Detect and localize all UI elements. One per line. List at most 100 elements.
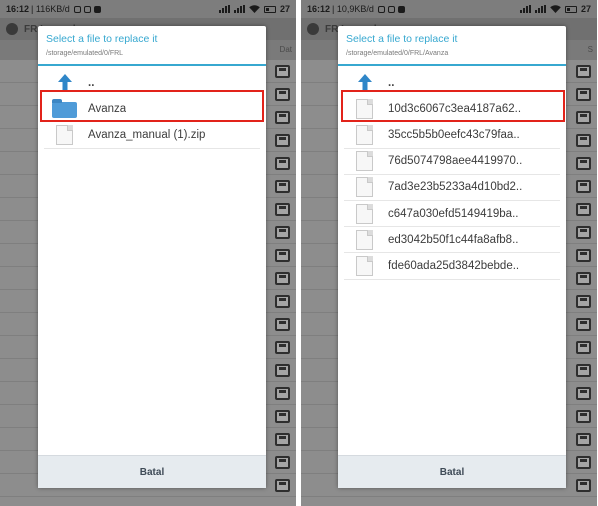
save-icon [275, 88, 290, 101]
signal-icon [534, 5, 546, 13]
dialog-title: Select a file to replace it [346, 33, 458, 45]
list-item-folder[interactable]: Avanza [44, 96, 260, 123]
list-item-file[interactable]: c647a030efd5149419ba.. [344, 201, 560, 228]
save-icon [576, 433, 591, 446]
save-icon [275, 65, 290, 78]
save-icon [576, 456, 591, 469]
dialog-footer: Batal [38, 455, 266, 488]
file-icon [356, 255, 373, 276]
list-item-label: 10d3c6067c3ea4187a62.. [388, 102, 522, 115]
save-icon [576, 272, 591, 285]
dialog-footer: Batal [338, 455, 566, 488]
save-icon [576, 249, 591, 262]
list-item-file[interactable]: Avanza_manual (1).zip [44, 122, 260, 149]
file-list: .. Avanza Avanza_manual (1).zip [38, 70, 266, 149]
status-network-speed: | 116KB/d [31, 4, 70, 14]
cancel-button[interactable]: Batal [134, 466, 170, 479]
dialog-title: Select a file to replace it [46, 33, 158, 45]
save-icon [576, 318, 591, 331]
save-icon [275, 364, 290, 377]
save-icon [275, 479, 290, 492]
list-item-label: Avanza [88, 102, 127, 115]
list-item-label: 76d5074798aee4419970.. [388, 155, 523, 168]
app-logo-icon [6, 23, 18, 35]
right-screenshot: 16:12 | 10,9KB/d 27 FR Legends S [301, 0, 597, 506]
list-item-label: Avanza_manual (1).zip [88, 128, 206, 141]
list-item-file[interactable]: fde60ada25d3842bebde.. [344, 253, 560, 280]
wifi-icon [249, 5, 260, 13]
save-icon [576, 364, 591, 377]
parent-directory-row[interactable]: .. [344, 70, 560, 96]
save-icon [275, 318, 290, 331]
save-icon [275, 456, 290, 469]
battery-level: 27 [580, 4, 591, 14]
file-picker-dialog: Select a file to replace it /storage/emu… [338, 26, 566, 488]
notification-icon [397, 5, 405, 13]
signal-icon [233, 5, 245, 13]
left-screenshot: 16:12 | 116KB/d 27 FR Legends Dat [0, 0, 296, 506]
save-icon [275, 295, 290, 308]
list-item-label: fde60ada25d3842bebde.. [388, 259, 520, 272]
app-subpath: Dat [279, 45, 292, 54]
parent-directory-label: .. [88, 77, 95, 90]
list-item-file[interactable]: 35cc5b5b0eefc43c79faa.. [344, 122, 560, 149]
list-item-file[interactable]: 10d3c6067c3ea4187a62.. [344, 96, 560, 123]
file-icon [356, 177, 373, 198]
status-time: 16:12 [6, 4, 30, 14]
list-item-file[interactable]: 76d5074798aee4419970.. [344, 149, 560, 175]
parent-directory-label: .. [388, 77, 395, 90]
moon-icon [73, 5, 81, 13]
list-item-label: 7ad3e23b5233a4d10bd2.. [388, 181, 523, 194]
status-time: 16:12 [307, 4, 331, 14]
file-icon [356, 229, 373, 250]
file-icon [56, 124, 73, 145]
file-icon [356, 151, 373, 172]
parent-directory-row[interactable]: .. [44, 70, 260, 96]
list-item-label: 35cc5b5b0eefc43c79faa.. [388, 128, 520, 141]
save-icon [576, 134, 591, 147]
save-icon [576, 387, 591, 400]
notification-icon [93, 5, 101, 13]
save-icon [275, 272, 290, 285]
save-icon [576, 180, 591, 193]
save-icon [275, 341, 290, 354]
file-list: .. 10d3c6067c3ea4187a62.. 35cc5b5b0eefc4… [338, 70, 566, 280]
save-icon [576, 203, 591, 216]
cancel-button[interactable]: Batal [434, 466, 470, 479]
list-item-label: ed3042b50f1c44fa8afb8.. [388, 233, 519, 246]
sync-icon [83, 5, 91, 13]
folder-icon [52, 98, 77, 118]
signal-icon [218, 5, 230, 13]
status-network-speed: | 10,9KB/d [332, 4, 374, 14]
save-icon [576, 226, 591, 239]
sync-icon [387, 5, 395, 13]
save-icon [576, 111, 591, 124]
save-icon [275, 134, 290, 147]
save-icon [275, 387, 290, 400]
up-arrow-icon [58, 74, 72, 93]
battery-level: 27 [279, 4, 290, 14]
app-logo-icon [307, 23, 319, 35]
save-icon [576, 295, 591, 308]
save-icon [275, 157, 290, 170]
save-icon [275, 180, 290, 193]
save-icon [576, 88, 591, 101]
save-icon [576, 65, 591, 78]
status-bar: 16:12 | 116KB/d 27 [0, 0, 296, 18]
battery-icon [564, 5, 577, 13]
app-subpath: S [587, 45, 593, 54]
file-picker-dialog: Select a file to replace it /storage/emu… [38, 26, 266, 488]
save-icon [275, 226, 290, 239]
save-icon [275, 249, 290, 262]
save-icon [275, 111, 290, 124]
save-icon [576, 410, 591, 423]
save-icon [576, 157, 591, 170]
save-icon [275, 410, 290, 423]
wifi-icon [550, 5, 561, 13]
up-arrow-icon [358, 74, 372, 93]
status-bar: 16:12 | 10,9KB/d 27 [301, 0, 597, 18]
moon-icon [377, 5, 385, 13]
list-item-file[interactable]: ed3042b50f1c44fa8afb8.. [344, 227, 560, 254]
save-icon [576, 341, 591, 354]
list-item-file[interactable]: 7ad3e23b5233a4d10bd2.. [344, 175, 560, 201]
